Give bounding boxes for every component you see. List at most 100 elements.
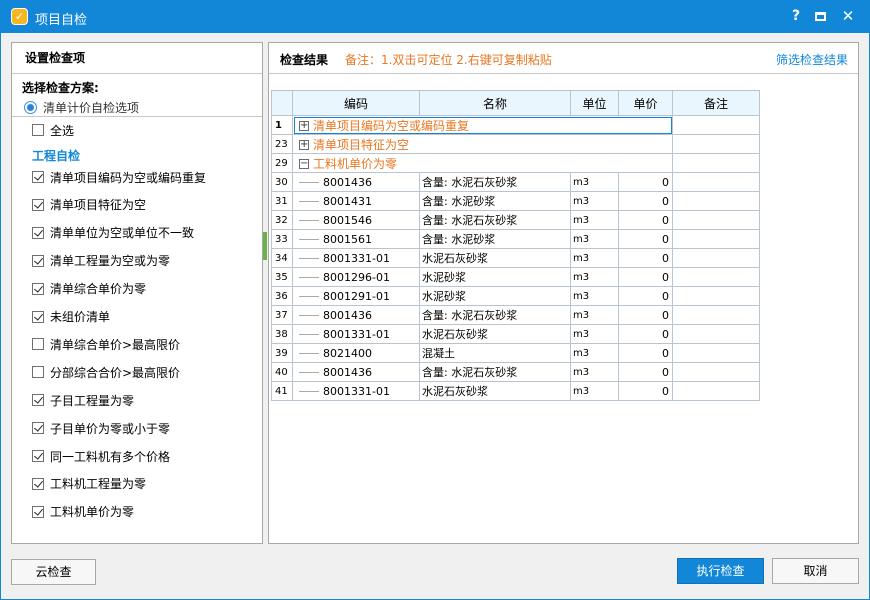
check-option-item[interactable]: 分部综合合价>最高限价 (32, 363, 180, 381)
checkbox-unchecked-icon[interactable] (32, 338, 44, 351)
name-cell[interactable]: 含量: 水泥石灰砂浆 (419, 172, 571, 192)
name-cell[interactable]: 水泥石灰砂浆 (419, 381, 571, 401)
maximize-button[interactable] (808, 5, 832, 27)
check-option-item[interactable]: 工料机工程量为零 (32, 475, 146, 493)
table-row[interactable]: 37 8001436 含量: 水泥石灰砂浆 m3 0 (271, 305, 760, 325)
unit-cell[interactable]: m3 (570, 267, 619, 287)
code-cell[interactable]: 8021400 (292, 343, 420, 363)
unit-cell[interactable]: m3 (570, 324, 619, 344)
unit-cell[interactable]: m3 (570, 305, 619, 325)
name-cell[interactable]: 混凝土 (419, 343, 571, 363)
code-cell[interactable]: 8001331-01 (292, 381, 420, 401)
checkbox-checked-icon[interactable] (32, 477, 44, 490)
price-cell[interactable]: 0 (618, 362, 673, 382)
unit-cell[interactable]: m3 (570, 191, 619, 211)
check-option-item[interactable]: 子目工程量为零 (32, 391, 134, 409)
table-row[interactable]: 34 8001331-01 水泥石灰砂浆 m3 0 (271, 248, 760, 268)
close-button[interactable]: ✕ (836, 5, 860, 27)
price-cell[interactable]: 0 (618, 172, 673, 192)
scheme-radio-option[interactable]: 清单计价自检选项 (22, 99, 262, 115)
code-cell[interactable]: 8001436 (292, 305, 420, 325)
checkbox-checked-icon[interactable] (32, 394, 44, 407)
code-cell[interactable]: 8001436 (292, 172, 420, 192)
table-row[interactable]: 32 8001546 含量: 水泥石灰砂浆 m3 0 (271, 210, 760, 230)
price-cell[interactable]: 0 (618, 210, 673, 230)
name-cell[interactable]: 水泥石灰砂浆 (419, 248, 571, 268)
name-cell[interactable]: 含量: 水泥石灰砂浆 (419, 305, 571, 325)
checkbox-checked-icon[interactable] (32, 422, 44, 435)
group-row[interactable]: 29− 工料机单价为零 (271, 153, 760, 173)
table-row[interactable]: 40 8001436 含量: 水泥石灰砂浆 m3 0 (271, 362, 760, 382)
price-cell[interactable]: 0 (618, 267, 673, 287)
code-cell[interactable]: 8001331-01 (292, 324, 420, 344)
column-header-code[interactable]: 编码 (292, 90, 420, 116)
price-cell[interactable]: 0 (618, 343, 673, 363)
checkbox-checked-icon[interactable] (32, 282, 44, 295)
price-cell[interactable]: 0 (618, 191, 673, 211)
help-button[interactable]: ? (784, 5, 808, 27)
checkbox-unchecked-icon[interactable] (32, 366, 44, 379)
results-grid[interactable]: 编码 名称 单位 单价 备注 1 + 清单项目编码为空或编码重复 23 + 清单项目特征为… (271, 90, 760, 401)
remark-cell[interactable] (672, 191, 760, 211)
checkbox-unchecked-icon[interactable] (32, 124, 44, 136)
radio-selected-icon[interactable] (24, 100, 37, 114)
table-row[interactable]: 38 8001331-01 水泥石灰砂浆 m3 0 (271, 324, 760, 344)
code-cell[interactable]: 8001296-01 (292, 267, 420, 287)
check-option-item[interactable]: 清单综合单价>最高限价 (32, 335, 180, 353)
price-cell[interactable]: 0 (618, 324, 673, 344)
group-row[interactable]: 23 + 清单项目特征为空 (271, 134, 760, 154)
check-option-item[interactable]: 清单项目特征为空 (32, 196, 146, 214)
remark-cell[interactable] (672, 343, 760, 363)
unit-cell[interactable]: m3 (570, 381, 619, 401)
column-header-remark[interactable]: 备注 (672, 90, 760, 116)
group-label-cell[interactable]: + 清单项目编码为空或编码重复 (292, 115, 673, 135)
unit-cell[interactable]: m3 (570, 210, 619, 230)
unit-cell[interactable]: m3 (570, 362, 619, 382)
code-cell[interactable]: 8001546 (292, 210, 420, 230)
column-header-price[interactable]: 单价 (618, 90, 673, 116)
cancel-button[interactable]: 取消 (772, 558, 859, 584)
check-option-item[interactable]: 子目单价为零或小于零 (32, 419, 170, 437)
check-option-item[interactable]: 同一工料机有多个价格 (32, 447, 170, 465)
remark-cell[interactable] (672, 381, 760, 401)
code-cell[interactable]: 8001291-01 (292, 286, 420, 306)
unit-cell[interactable]: m3 (570, 343, 619, 363)
code-cell[interactable]: 8001431 (292, 191, 420, 211)
remark-cell[interactable] (672, 362, 760, 382)
table-row[interactable]: 35 8001296-01 水泥砂浆 m3 0 (271, 267, 760, 287)
unit-cell[interactable]: m3 (570, 248, 619, 268)
check-option-item[interactable]: 工料机单价为零 (32, 503, 134, 521)
code-cell[interactable]: 8001561 (292, 229, 420, 249)
check-option-item[interactable]: 清单单位为空或单位不一致 (32, 224, 194, 242)
name-cell[interactable]: 水泥砂浆 (419, 286, 571, 306)
unit-cell[interactable]: m3 (570, 229, 619, 249)
select-all-checkbox[interactable]: 全选 (32, 121, 74, 139)
column-header-unit[interactable]: 单位 (570, 90, 619, 116)
code-cell[interactable]: 8001436 (292, 362, 420, 382)
filter-results-link[interactable]: 筛选检查结果 (776, 51, 848, 68)
checkbox-checked-icon[interactable] (32, 505, 44, 518)
panel-splitter-handle[interactable] (263, 232, 267, 260)
expand-icon[interactable]: + (299, 121, 309, 131)
checkbox-checked-icon[interactable] (32, 254, 44, 267)
table-row[interactable]: 36 8001291-01 水泥砂浆 m3 0 (271, 286, 760, 306)
remark-cell[interactable] (672, 210, 760, 230)
checkbox-checked-icon[interactable] (32, 171, 44, 183)
remark-cell[interactable] (672, 229, 760, 249)
check-option-item[interactable]: 未组价清单 (32, 308, 110, 326)
collapse-icon[interactable]: − (299, 159, 309, 169)
checkbox-checked-icon[interactable] (32, 310, 44, 323)
check-option-item[interactable]: 清单工程量为空或为零 (32, 252, 170, 270)
name-cell[interactable]: 含量: 水泥石灰砂浆 (419, 210, 571, 230)
check-option-item[interactable]: 清单综合单价为零 (32, 280, 146, 298)
table-row[interactable]: 41 8001331-01 水泥石灰砂浆 m3 0 (271, 381, 760, 401)
name-cell[interactable]: 含量: 水泥石灰砂浆 (419, 362, 571, 382)
group-label-cell[interactable]: − 工料机单价为零 (292, 153, 673, 173)
cloud-check-button[interactable]: 云检查 (11, 559, 96, 585)
price-cell[interactable]: 0 (618, 286, 673, 306)
name-cell[interactable]: 水泥砂浆 (419, 267, 571, 287)
price-cell[interactable]: 0 (618, 305, 673, 325)
price-cell[interactable]: 0 (618, 248, 673, 268)
remark-cell[interactable] (672, 267, 760, 287)
column-header-name[interactable]: 名称 (419, 90, 571, 116)
